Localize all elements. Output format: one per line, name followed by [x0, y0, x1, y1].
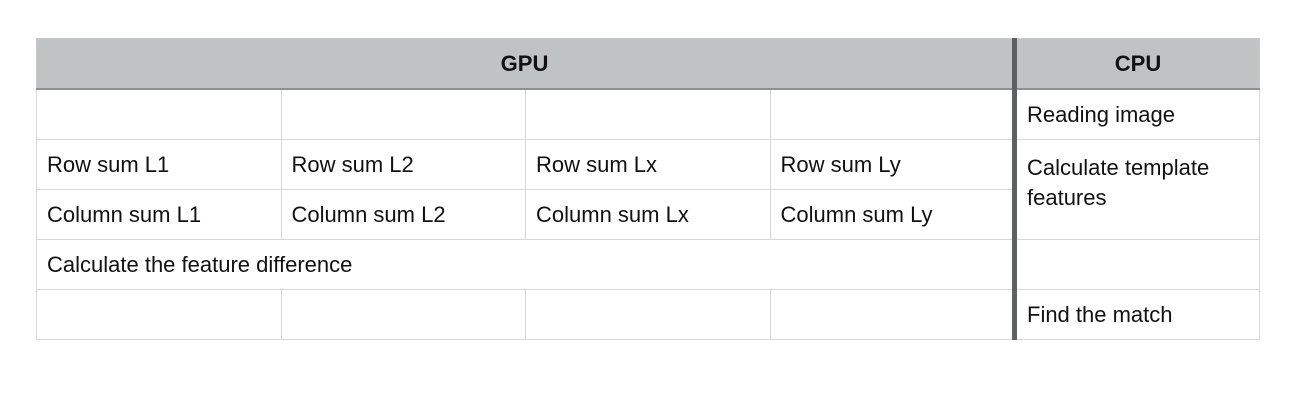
gpu-header[interactable]: GPU [36, 38, 1015, 90]
cpu-header[interactable]: CPU [1012, 38, 1260, 90]
table-cell[interactable] [769, 289, 1015, 340]
table-cell[interactable]: Row sum L2 [280, 139, 526, 190]
table-cell[interactable] [1012, 239, 1260, 290]
table-cell[interactable]: Column sum L1 [36, 189, 282, 240]
table-cell[interactable]: Row sum Lx [525, 139, 771, 190]
table-row: Find the match [36, 289, 1260, 340]
cpu-cell-template-features[interactable]: Calculate template features [1012, 139, 1260, 240]
table-cell[interactable] [280, 289, 526, 340]
table-cell[interactable]: Column sum Lx [525, 189, 771, 240]
table-row: Calculate the feature difference [36, 239, 1260, 290]
merged-cell-feature-difference[interactable]: Calculate the feature difference [36, 239, 1015, 290]
header-row: GPU CPU [36, 38, 1260, 90]
cpu-cell-find-match[interactable]: Find the match [1012, 289, 1260, 340]
table-cell[interactable]: Column sum Ly [769, 189, 1015, 240]
table-cell[interactable] [36, 289, 282, 340]
table-cell[interactable]: Column sum L2 [280, 189, 526, 240]
table-cell[interactable] [525, 88, 771, 140]
table-cell[interactable]: Row sum L1 [36, 139, 282, 190]
table-cell[interactable] [280, 88, 526, 140]
gpu-cpu-table-container: GPU CPU Reading image Row sum L1 Row sum… [36, 38, 1260, 340]
table-cell[interactable]: Row sum Ly [769, 139, 1015, 190]
table-row: Row sum L1 Row sum L2 Row sum Lx Row sum… [36, 139, 1260, 240]
table-cell[interactable] [525, 289, 771, 340]
table-row: Reading image [36, 88, 1260, 140]
cpu-cell-reading-image[interactable]: Reading image [1012, 88, 1260, 140]
gpu-cpu-table: GPU CPU Reading image Row sum L1 Row sum… [36, 38, 1260, 340]
table-cell[interactable] [769, 88, 1015, 140]
table-cell[interactable] [36, 88, 282, 140]
